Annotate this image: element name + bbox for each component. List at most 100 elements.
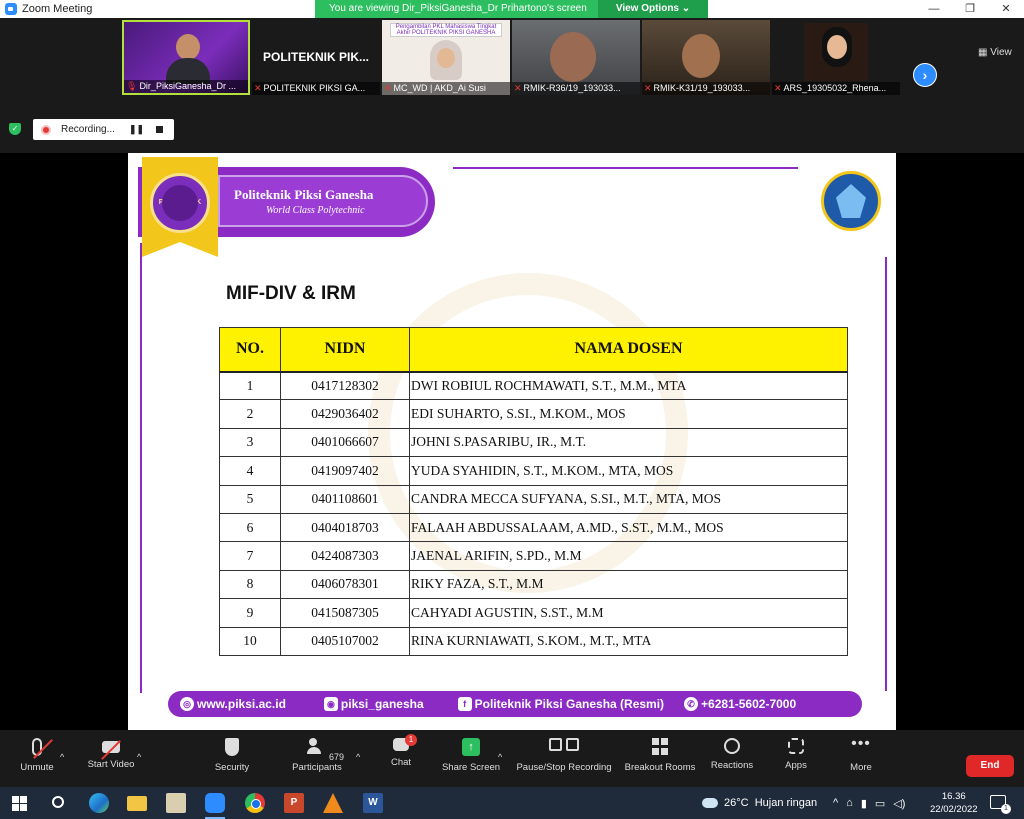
chat-badge: 1	[405, 734, 417, 746]
camera-off-icon	[102, 741, 120, 753]
notification-center-icon[interactable]: 1	[990, 795, 1011, 814]
participant-video	[682, 34, 720, 78]
institution-name: Politeknik Piksi Ganesha	[234, 187, 374, 202]
windows-start-icon[interactable]	[12, 796, 27, 811]
display-icon[interactable]: ▭	[875, 797, 885, 810]
zoom-taskbar-icon[interactable]	[205, 793, 225, 819]
institution-tagline: World Class Polytechnic	[266, 205, 365, 216]
table-row: 9 0415087305 CAHYADI AGUSTIN, S.ST., M.M	[219, 598, 848, 628]
view-options-button[interactable]: View Options ⌄	[598, 0, 708, 18]
video-tile-mc[interactable]: Pengambilan PKL Mahasiswa Tingkat Akhir …	[382, 20, 510, 95]
pause-stop-recording-button[interactable]: Pause/Stop Recording	[514, 738, 614, 773]
unmute-button[interactable]: Unmute	[0, 738, 77, 773]
whatsapp-item: ✆ +6281-5602-7000	[684, 697, 796, 711]
cell-nama: DWI ROBIUL ROCHMAWATI, S.T., M.M., MTA	[409, 370, 848, 401]
cell-nidn: 0419097402	[280, 456, 410, 486]
frame-line	[140, 243, 142, 693]
cell-nama: RINA KURNIAWATI, S.KOM., M.T., MTA	[409, 626, 848, 656]
cell-nama: RIKY FAZA, S.T., M.M	[409, 569, 848, 600]
tile-name: ✕ MC_WD | AKD_Ai Susi	[382, 82, 510, 95]
chevron-up-icon[interactable]: ^	[833, 797, 838, 810]
audio-options-chevron[interactable]: ^	[60, 752, 64, 762]
clock[interactable]: 16.36 22/02/2022	[930, 790, 978, 816]
website-item: ◎ www.piksi.ac.id	[180, 697, 286, 711]
tile-name: ✕ RMIK-K31/19_193033...	[642, 82, 770, 95]
column-header: NAMA DOSEN	[409, 327, 848, 372]
cell-no: 5	[219, 484, 281, 514]
participants-button[interactable]: Participants	[277, 738, 357, 773]
meeting-toolbar: Unmute ^ Start Video ^ Security Particip…	[0, 730, 1024, 787]
video-tile-rmik-r36[interactable]: ✕ RMIK-R36/19_193033...	[512, 20, 640, 95]
table-row: 7 0424087303 JAENAL ARIFIN, S.PD., M.M	[219, 541, 848, 571]
view-button[interactable]: ▦ View	[978, 47, 1012, 58]
chrome-browser-icon[interactable]	[245, 793, 265, 813]
stop-recording-button[interactable]	[156, 126, 164, 133]
gallery-next-button[interactable]: ›	[913, 63, 937, 87]
cell-nama: CAHYADI AGUSTIN, S.ST., M.M	[409, 598, 848, 628]
cell-no: 10	[219, 626, 281, 656]
app-icon[interactable]	[166, 793, 186, 813]
word-icon[interactable]: W	[363, 793, 383, 813]
piksi-logo: POLITEKNIK	[142, 157, 218, 257]
video-options-chevron[interactable]: ^	[137, 752, 141, 762]
frame-line	[453, 167, 798, 169]
search-icon[interactable]	[52, 796, 64, 808]
breakout-rooms-button[interactable]: Breakout Rooms	[620, 738, 700, 773]
mic-muted-icon: ✕	[514, 83, 522, 93]
cell-nidn: 0401108601	[280, 484, 410, 514]
close-button[interactable]: ✕	[988, 0, 1024, 18]
table-header-row: NO. NIDN NAMA DOSEN	[219, 327, 848, 372]
pause-stop-icon	[549, 738, 579, 756]
table-row: 6 0404018703 FALAAH ABDUSSALAAM, A.MD., S.…	[219, 512, 848, 543]
column-header: NIDN	[280, 327, 410, 372]
cell-nama: EDI SUHARTO, S.SI., M.KOM., MOS	[409, 399, 848, 429]
cell-nidn: 0415087305	[280, 598, 410, 628]
cell-nama: YUDA SYAHIDIN, S.T., M.KOM., MTA, MOS	[409, 456, 848, 486]
video-tile-politeknik[interactable]: POLITEKNIK PIK... ✕ POLITEKNIK PIKSI GA..…	[252, 20, 380, 95]
cell-nidn: 0401066607	[280, 427, 410, 458]
share-options-chevron[interactable]: ^	[498, 752, 502, 762]
cell-no: 9	[219, 598, 281, 628]
breakout-rooms-icon	[652, 738, 668, 756]
tile-name: ✕ ARS_19305032_Rhena...	[772, 82, 900, 95]
encryption-shield-icon[interactable]: ✓	[9, 123, 21, 135]
powerpoint-icon[interactable]: P	[284, 793, 304, 813]
slide-title: MIF-DIV & IRM	[226, 283, 356, 304]
reaction-smiley-icon	[724, 738, 740, 754]
kemdikbud-logo	[821, 171, 881, 231]
cell-nidn: 0406078301	[280, 569, 410, 600]
share-screen-icon: ↑	[462, 738, 480, 756]
more-button[interactable]: ••• More	[821, 736, 901, 774]
tile-banner: Pengambilan PKL Mahasiswa Tingkat Akhir …	[390, 23, 502, 37]
network-icon[interactable]: ⌂	[846, 797, 853, 810]
instagram-icon: ◉	[323, 697, 338, 711]
pause-recording-button[interactable]: ❚❚	[129, 124, 144, 135]
end-meeting-button[interactable]: End	[966, 755, 1014, 777]
microphone-muted-icon	[32, 738, 42, 756]
recording-dot-icon	[41, 124, 51, 135]
facebook-item: f Politeknik Piksi Ganesha (Resmi)	[457, 697, 664, 711]
vlc-player-icon[interactable]	[323, 793, 343, 813]
video-tile-rmik-k31[interactable]: ✕ RMIK-K31/19_193033...	[642, 20, 770, 95]
participant-video	[550, 32, 596, 82]
maximize-button[interactable]: ❐	[952, 0, 988, 18]
table-row: 8 0406078301 RIKY FAZA, S.T., M.M	[219, 569, 848, 600]
table-row: 4 0419097402 YUDA SYAHIDIN, S.T., M.KOM., …	[219, 456, 848, 486]
participants-options-chevron[interactable]: ^	[356, 752, 360, 762]
edge-browser-icon[interactable]	[89, 793, 109, 813]
video-tile-host[interactable]: 🎙 Dir_PiksiGanesha_Dr ...	[122, 20, 250, 95]
volume-icon[interactable]: ◁)	[893, 797, 905, 810]
mic-muted-icon: ✕	[254, 83, 262, 93]
apps-icon	[788, 738, 804, 754]
minimize-button[interactable]: —	[916, 0, 952, 18]
mic-muted-icon: ✕	[644, 83, 652, 93]
viewing-banner: You are viewing Dir_PiksiGanesha_Dr Prih…	[315, 0, 708, 18]
file-explorer-icon[interactable]	[127, 796, 147, 811]
weather-widget[interactable]: 26°C Hujan ringan	[702, 797, 817, 809]
globe-icon: ◎	[180, 697, 194, 711]
microphone-icon[interactable]: ▮	[861, 797, 867, 810]
video-tile-ars[interactable]: ✕ ARS_19305032_Rhena...	[772, 20, 900, 95]
chat-button[interactable]: 1 Chat	[361, 734, 441, 768]
tile-name: ✕ RMIK-R36/19_193033...	[512, 82, 640, 95]
security-button[interactable]: Security	[192, 738, 272, 773]
